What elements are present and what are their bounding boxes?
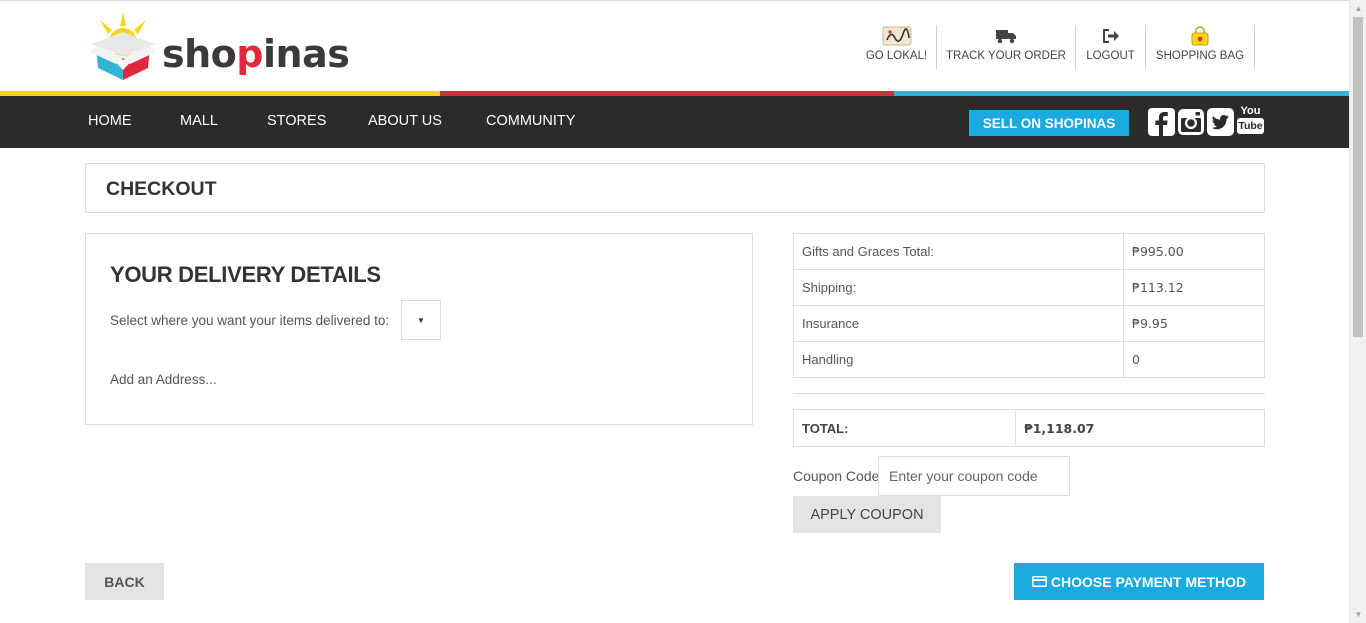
scroll-up-icon[interactable]: ▲ xyxy=(1350,0,1366,17)
shopping-bag-link[interactable]: SHOPPING BAG xyxy=(1145,25,1255,69)
youtube-icon[interactable]: You Tube xyxy=(1237,105,1264,137)
apply-coupon-button[interactable]: APPLY COUPON xyxy=(793,496,941,533)
summary-label-shipping: Shipping: xyxy=(793,269,1124,306)
twitter-icon[interactable] xyxy=(1207,108,1234,136)
scroll-down-icon[interactable]: ▼ xyxy=(1350,606,1366,623)
youtube-top-text: You xyxy=(1240,105,1261,117)
shopping-bag-label: SHOPPING BAG xyxy=(1155,50,1245,62)
order-total-table: TOTAL: ₱1,118.07 xyxy=(793,409,1265,447)
summary-label-subtotal: Gifts and Graces Total: xyxy=(793,233,1124,270)
add-address-link[interactable]: Add an Address... xyxy=(110,372,217,387)
go-lokal-label: GO LOKAL! xyxy=(865,50,928,62)
table-row: Gifts and Graces Total: ₱995.00 xyxy=(793,233,1265,270)
scrollbar-thumb[interactable] xyxy=(1353,17,1363,337)
back-button[interactable]: BACK xyxy=(85,563,164,600)
logo-box-icon xyxy=(90,12,156,80)
facebook-icon[interactable] xyxy=(1148,108,1175,136)
delivery-address-select[interactable]: ▼ xyxy=(401,300,441,340)
nav-mall[interactable]: MALL xyxy=(180,113,218,129)
delivery-details-panel: YOUR DELIVERY DETAILS Select where you w… xyxy=(85,233,753,425)
logout-link[interactable]: LOGOUT xyxy=(1075,25,1145,69)
summary-value-handling: 0 xyxy=(1123,341,1265,378)
table-row: Handling 0 xyxy=(793,341,1265,378)
go-lokal-link[interactable]: GO LOKAL! xyxy=(857,25,936,69)
choose-payment-method-label: CHOOSE PAYMENT METHOD xyxy=(1050,573,1247,590)
total-value: ₱1,118.07 xyxy=(1015,409,1265,447)
page-title: CHECKOUT xyxy=(106,178,217,200)
logo-wordmark: shopinas xyxy=(162,32,350,76)
instagram-icon[interactable] xyxy=(1178,108,1204,136)
summary-label-handling: Handling xyxy=(793,341,1124,378)
summary-divider xyxy=(793,393,1265,394)
youtube-bottom-text: Tube xyxy=(1237,118,1264,134)
main-nav: HOME MALL STORES ABOUT US COMMUNITY SELL… xyxy=(0,96,1349,148)
shopping-bag-icon xyxy=(1191,26,1209,46)
page-scrollbar[interactable]: ▲ ▼ xyxy=(1349,0,1366,623)
nav-community[interactable]: COMMUNITY xyxy=(486,113,575,129)
summary-label-insurance: Insurance xyxy=(793,305,1124,342)
truck-icon xyxy=(996,30,1016,44)
choose-payment-method-button[interactable]: CHOOSE PAYMENT METHOD xyxy=(1014,563,1264,600)
nav-about-us[interactable]: ABOUT US xyxy=(368,113,442,129)
coupon-code-label: Coupon Code xyxy=(793,468,880,484)
summary-value-subtotal: ₱995.00 xyxy=(1123,233,1265,270)
nav-stores[interactable]: STORES xyxy=(267,113,326,129)
table-row: TOTAL: ₱1,118.07 xyxy=(793,409,1265,447)
shopinas-logo[interactable]: shopinas xyxy=(86,10,350,82)
summary-value-shipping: ₱113.12 xyxy=(1123,269,1265,306)
track-order-label: TRACK YOUR ORDER xyxy=(946,50,1066,62)
page: shopinas GO LOKAL! TRACK YOUR ORDER LOGO… xyxy=(0,0,1366,623)
order-summary-table: Gifts and Graces Total: ₱995.00 Shipping… xyxy=(793,233,1265,378)
logout-icon xyxy=(1102,29,1119,43)
table-row: Insurance ₱9.95 xyxy=(793,305,1265,342)
coupon-code-input[interactable] xyxy=(878,456,1070,496)
delivery-details-title: YOUR DELIVERY DETAILS xyxy=(110,262,381,287)
go-lokal-badge-icon xyxy=(882,26,911,46)
total-label: TOTAL: xyxy=(793,409,1016,447)
sell-on-shopinas-button[interactable]: SELL ON SHOPINAS xyxy=(969,110,1129,136)
logout-label: LOGOUT xyxy=(1086,50,1135,62)
site-header: shopinas GO LOKAL! TRACK YOUR ORDER LOGO… xyxy=(0,0,1349,91)
delivery-select-label: Select where you want your items deliver… xyxy=(110,313,390,328)
credit-card-icon xyxy=(1031,576,1047,587)
track-order-link[interactable]: TRACK YOUR ORDER xyxy=(936,25,1075,69)
checkout-header: CHECKOUT xyxy=(85,163,1265,213)
top-links: GO LOKAL! TRACK YOUR ORDER LOGOUT SHOPPI… xyxy=(857,25,1255,69)
nav-home[interactable]: HOME xyxy=(88,113,132,129)
summary-value-insurance: ₱9.95 xyxy=(1123,305,1265,342)
table-row: Shipping: ₱113.12 xyxy=(793,269,1265,306)
caret-down-icon: ▼ xyxy=(417,315,425,325)
